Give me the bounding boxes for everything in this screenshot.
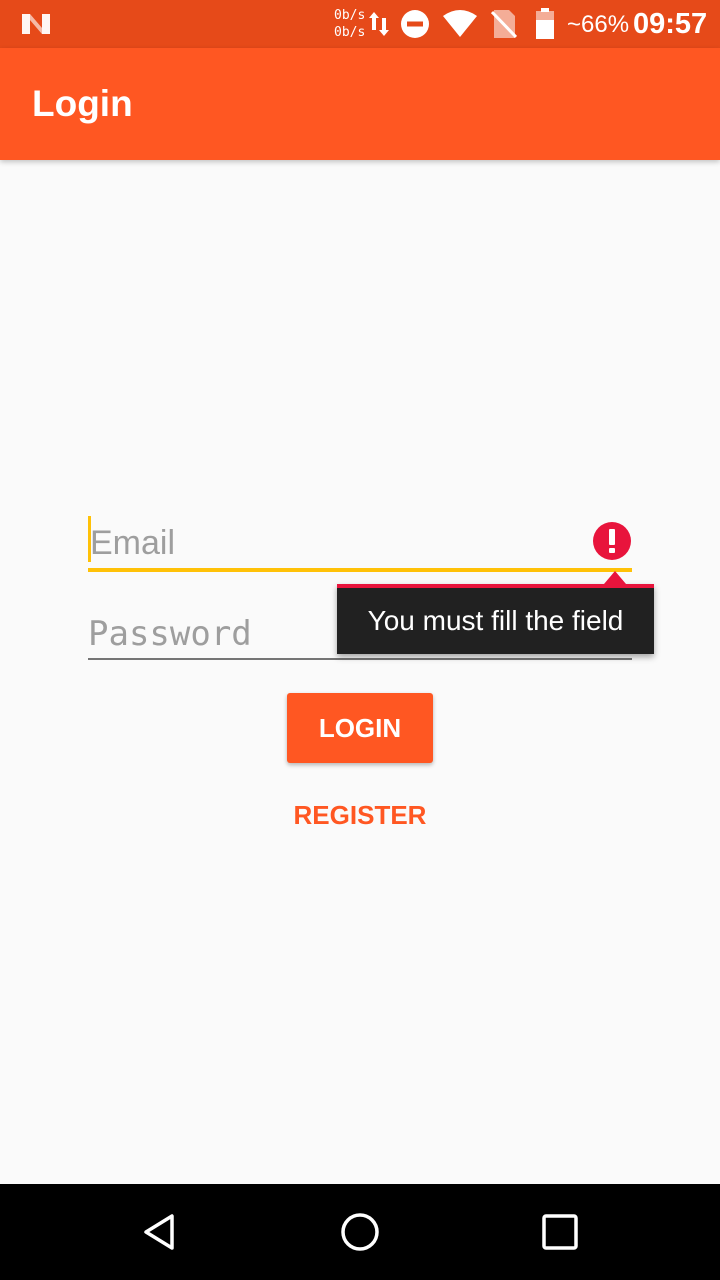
back-icon [144, 1214, 174, 1250]
recents-icon [542, 1214, 578, 1250]
n-logo-icon [22, 14, 50, 34]
register-button[interactable]: REGISTER [260, 790, 460, 840]
battery-icon [536, 8, 554, 39]
clock: 09:57 [633, 8, 708, 40]
net-speed: 0b/s 0b/s [334, 7, 365, 41]
password-underline [88, 658, 632, 660]
do-not-disturb-icon [401, 10, 429, 38]
error-message: You must fill the field [367, 605, 624, 636]
status-bar: 0b/s 0b/s ~66% 09:57 [0, 0, 720, 48]
email-field[interactable] [88, 521, 588, 565]
home-button[interactable] [332, 1204, 388, 1260]
battery-percent: ~66% [567, 11, 630, 38]
net-speed-up: 0b/s [334, 8, 366, 23]
login-button[interactable]: LOGIN [287, 693, 433, 763]
email-field-container [88, 512, 632, 574]
navigation-bar [0, 1184, 720, 1280]
error-icon[interactable] [592, 521, 632, 561]
email-underline [88, 568, 632, 572]
no-sim-icon [491, 10, 517, 39]
recents-button[interactable] [532, 1204, 588, 1260]
error-popup-arrow [604, 571, 626, 584]
page-title: Login [32, 83, 133, 124]
data-transfer-icon [369, 12, 389, 36]
app-bar: Login [0, 48, 720, 160]
net-speed-down: 0b/s [334, 25, 366, 40]
back-button[interactable] [132, 1204, 188, 1260]
wifi-icon [443, 10, 477, 37]
error-popup: You must fill the field [337, 571, 654, 654]
home-icon [341, 1213, 379, 1251]
